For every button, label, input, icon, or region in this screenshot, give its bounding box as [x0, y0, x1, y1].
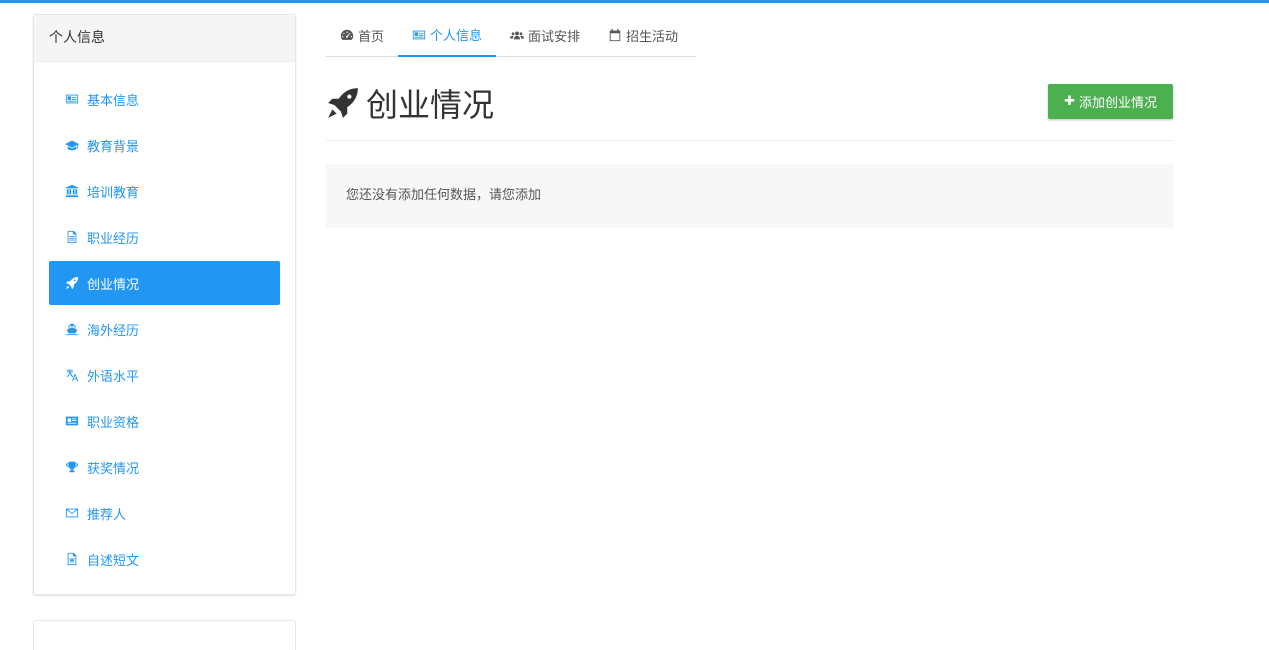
calendar-icon [609, 28, 621, 42]
sidebar-item-education[interactable]: 教育背景 [49, 123, 280, 167]
ship-icon [64, 322, 79, 337]
sidebar-item-referee[interactable]: 推荐人 [49, 491, 280, 535]
sidebar-item-qualification[interactable]: 职业资格 [49, 399, 280, 443]
tab-label: 个人信息 [430, 29, 483, 44]
sidebar-item-label: 推荐人 [87, 507, 127, 523]
sidebar-item-label: 外语水平 [87, 369, 140, 385]
empty-state-message: 您还没有添加任何数据，请您添加 [326, 164, 1173, 228]
rocket-icon [328, 88, 358, 118]
plus-icon: ✚ [1064, 94, 1075, 109]
tab-interview[interactable]: 面试安排 [496, 14, 594, 56]
sidebar-item-label: 培训教育 [87, 185, 140, 201]
sidebar-item-label: 获奖情况 [87, 461, 140, 477]
page-title-wrap: 创业情况 [326, 80, 494, 126]
rocket-icon [64, 276, 79, 291]
tab-label: 首页 [358, 29, 385, 45]
sidebar-item-label: 职业经历 [87, 231, 140, 247]
page-header: 创业情况 ✚ 添加创业情况 [326, 76, 1173, 141]
institution-icon [64, 184, 79, 199]
sidebar-item-label: 创业情况 [87, 277, 140, 293]
sidebar-item-awards[interactable]: 获奖情况 [49, 445, 280, 489]
tab-home[interactable]: 首页 [326, 14, 398, 56]
sidebar-item-language[interactable]: 外语水平 [49, 353, 280, 397]
id-card-icon [64, 92, 79, 107]
vcard-icon [64, 414, 79, 429]
graduation-cap-icon [64, 138, 79, 153]
users-icon [510, 31, 525, 40]
dashboard-icon [340, 29, 354, 40]
sidebar-secondary-panel [33, 620, 296, 650]
tab-label: 招生活动 [626, 29, 679, 45]
id-card-icon [412, 30, 426, 39]
file-word-icon [64, 552, 79, 567]
sidebar-item-essay[interactable]: 自述短文 [49, 537, 280, 581]
top-tabs: 首页 个人信息 面试安排 招生活动 [326, 14, 696, 57]
sidebar-item-basic-info[interactable]: 基本信息 [49, 77, 280, 121]
tab-personal-info[interactable]: 个人信息 [398, 14, 497, 57]
sidebar-item-label: 海外经历 [87, 323, 140, 339]
language-icon [64, 368, 79, 383]
file-text-icon [64, 230, 79, 245]
sidebar-item-label: 教育背景 [87, 139, 140, 155]
envelope-icon [64, 506, 79, 521]
page-title: 创业情况 [366, 86, 495, 124]
sidebar-menu: 基本信息 教育背景 培训教育 职业经历 创业情况 海外经历 外语水平 职业资格 [34, 62, 295, 581]
sidebar-item-entrepreneurship[interactable]: 创业情况 [49, 261, 280, 305]
sidebar-item-overseas[interactable]: 海外经历 [49, 307, 280, 351]
sidebar-item-training[interactable]: 培训教育 [49, 169, 280, 213]
top-accent-bar [0, 0, 1269, 3]
sidebar-header: 个人信息 [34, 15, 295, 62]
trophy-icon [64, 460, 79, 475]
add-entrepreneurship-button[interactable]: ✚ 添加创业情况 [1048, 84, 1173, 119]
add-button-label: 添加创业情况 [1078, 96, 1157, 111]
tab-label: 面试安排 [528, 29, 581, 45]
sidebar-item-label: 职业资格 [87, 415, 140, 431]
sidebar-item-career[interactable]: 职业经历 [49, 215, 280, 259]
tab-recruitment[interactable]: 招生活动 [594, 14, 692, 56]
sidebar-item-label: 自述短文 [87, 553, 140, 569]
sidebar-item-label: 基本信息 [87, 93, 140, 109]
sidebar: 个人信息 基本信息 教育背景 培训教育 职业经历 创业情况 海外经历 外语水平 [33, 14, 296, 595]
